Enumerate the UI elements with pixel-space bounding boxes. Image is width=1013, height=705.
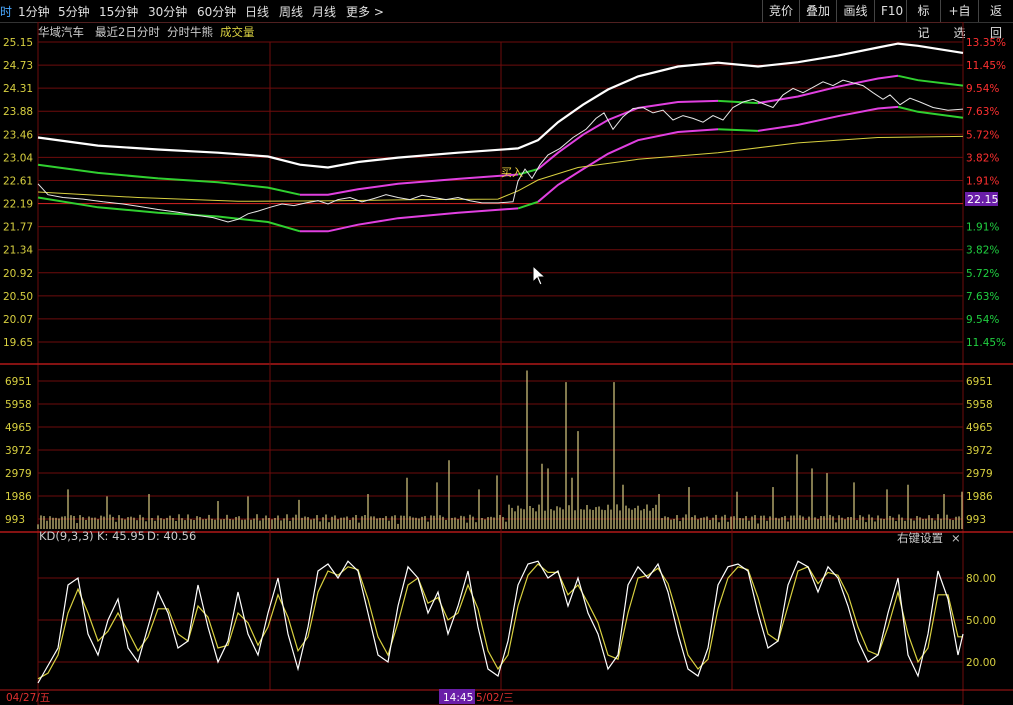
percent-tick-right: 1.91% bbox=[966, 175, 999, 187]
period-button-5[interactable]: 60分钟 bbox=[197, 3, 236, 20]
line_b-bull-segment bbox=[537, 128, 719, 203]
percent-tick-right: 11.45% bbox=[966, 337, 1006, 349]
buy-annotation: 买入 bbox=[501, 166, 523, 179]
price-tick-left: 23.88 bbox=[3, 106, 33, 118]
current-price-tag: 22.15 bbox=[965, 192, 999, 206]
toolbar-button-0[interactable]: 竞价 bbox=[762, 0, 799, 22]
volume-tick-left: 993 bbox=[5, 514, 25, 526]
volume-tick-right: 6951 bbox=[966, 376, 993, 388]
price-tick-left: 20.07 bbox=[3, 314, 33, 326]
current-price-value: 22.15 bbox=[967, 193, 999, 206]
period-button-9[interactable]: 更多 > bbox=[346, 3, 384, 20]
mouse-cursor-icon bbox=[532, 264, 547, 286]
line_b-bull-segment bbox=[757, 105, 899, 132]
percent-tick-right: 7.63% bbox=[966, 291, 999, 303]
volume-tick-right: 5958 bbox=[966, 399, 993, 411]
time-axis: 04/27/五 14:45 5/02/三 bbox=[6, 689, 514, 704]
toolbar-button-6[interactable]: 返回 bbox=[978, 0, 1013, 40]
percent-tick-right: 3.82% bbox=[966, 245, 999, 257]
time-day2-label: 5/02/三 bbox=[476, 692, 514, 704]
price-tick-left: 19.65 bbox=[3, 337, 33, 349]
period-button-8[interactable]: 月线 bbox=[312, 3, 336, 20]
kd-label: KD(9,3,3) bbox=[39, 529, 94, 543]
price-tick-left: 23.46 bbox=[3, 129, 33, 141]
line_a-bull-segment bbox=[757, 74, 899, 105]
volume-tick-right: 4965 bbox=[966, 422, 993, 434]
percent-tick-right: 9.54% bbox=[966, 83, 999, 95]
intraday-chart[interactable]: 25.15 24.73 24.31 23.88 23.46 23.04 22.61 22.19… bbox=[0, 22, 1013, 705]
price-tick-left: 20.50 bbox=[3, 291, 33, 303]
volume-tick-right: 3972 bbox=[966, 445, 993, 457]
percent-tick-right: 13.35% bbox=[966, 37, 1006, 49]
volume-tick-left: 2979 bbox=[5, 468, 32, 480]
volume-tick-right: 1986 bbox=[966, 491, 993, 503]
percent-tick-right: 7.63% bbox=[966, 106, 999, 118]
price-tick-left: 21.34 bbox=[3, 245, 33, 257]
line_a-bear-segment bbox=[37, 163, 301, 196]
toolbar-button-5[interactable]: +自选 bbox=[940, 0, 978, 40]
price-tick-left: 24.31 bbox=[3, 83, 33, 95]
indicator-name: 分时牛熊 bbox=[167, 25, 213, 39]
percent-tick-right: 1.91% bbox=[966, 222, 999, 234]
volume-tick-left: 4965 bbox=[5, 422, 32, 434]
line_b-bear-segment bbox=[717, 128, 759, 132]
toolbar-button-4[interactable]: 标记 bbox=[906, 0, 940, 40]
volume-legend: 成交量 bbox=[220, 25, 255, 39]
stock-name: 华域汽车 bbox=[38, 25, 84, 39]
line_a-bull-segment bbox=[300, 173, 519, 196]
period-toolbar: 时 1分钟 5分钟 15分钟 30分钟 60分钟 日线 周线 月线 更多 > 竞价 叠加 画线 F10 标记… bbox=[0, 0, 1013, 40]
kd-tick: 80.00 bbox=[966, 573, 996, 585]
toolbar-button-3[interactable]: F10 bbox=[874, 0, 906, 22]
line_b-bear-segment bbox=[897, 105, 964, 119]
line_a-bear-segment bbox=[897, 74, 964, 87]
percent-tick-right: 11.45% bbox=[966, 60, 1006, 72]
kd-d-value: D: 40.56 bbox=[147, 529, 196, 543]
axis-labels: 25.15 24.73 24.31 23.88 23.46 23.04 22.61 22.19… bbox=[3, 37, 1006, 669]
price-tick-left: 23.04 bbox=[3, 152, 33, 164]
percent-tick-right: 5.72% bbox=[966, 268, 999, 280]
kd-k-value: K: 45.95 bbox=[97, 529, 145, 543]
percent-tick-right: 3.82% bbox=[966, 152, 999, 164]
grid-lines bbox=[0, 22, 1013, 705]
price-tick-left: 22.19 bbox=[3, 199, 33, 211]
period-button-6[interactable]: 日线 bbox=[245, 3, 269, 20]
period-button-3[interactable]: 15分钟 bbox=[99, 3, 138, 20]
period-button-4[interactable]: 30分钟 bbox=[148, 3, 187, 20]
time-cursor-label: 14:45 bbox=[443, 692, 473, 704]
price-tick-left: 22.61 bbox=[3, 175, 33, 187]
volume-tick-left: 5958 bbox=[5, 399, 32, 411]
period-button-1[interactable]: 1分钟 bbox=[18, 3, 50, 20]
kd-close-icon[interactable]: × bbox=[951, 531, 961, 545]
time-start-label: 04/27/五 bbox=[6, 692, 50, 704]
toolbar-button-2[interactable]: 画线 bbox=[836, 0, 874, 22]
kd-tick: 50.00 bbox=[966, 615, 996, 627]
period-button-7[interactable]: 周线 bbox=[279, 3, 303, 20]
volume-tick-right: 2979 bbox=[966, 468, 993, 480]
toolbar-button-1[interactable]: 叠加 bbox=[799, 0, 836, 22]
line_b-bull-segment bbox=[300, 207, 519, 233]
kd-tick: 20.00 bbox=[966, 657, 996, 669]
line_a-bear-segment bbox=[717, 99, 759, 105]
period-button-2[interactable]: 5分钟 bbox=[58, 3, 90, 20]
price-tick-left: 21.77 bbox=[3, 222, 33, 234]
line_b-bear-segment bbox=[517, 200, 539, 210]
volume-tick-right: 993 bbox=[966, 514, 986, 526]
price-tick-left: 20.92 bbox=[3, 268, 33, 280]
price-tick-left: 25.15 bbox=[3, 37, 33, 49]
volume-tick-left: 3972 bbox=[5, 445, 32, 457]
volume-tick-left: 1986 bbox=[5, 491, 32, 503]
price-tick-left: 24.73 bbox=[3, 60, 33, 72]
chart-mode: 最近2日分时 bbox=[95, 25, 160, 39]
period-button-0[interactable]: 时 bbox=[0, 3, 12, 20]
percent-tick-right: 9.54% bbox=[966, 314, 999, 326]
volume-tick-left: 6951 bbox=[5, 376, 32, 388]
percent-tick-right: 5.72% bbox=[966, 129, 999, 141]
kd-settings-link[interactable]: 右键设置 bbox=[897, 531, 943, 545]
